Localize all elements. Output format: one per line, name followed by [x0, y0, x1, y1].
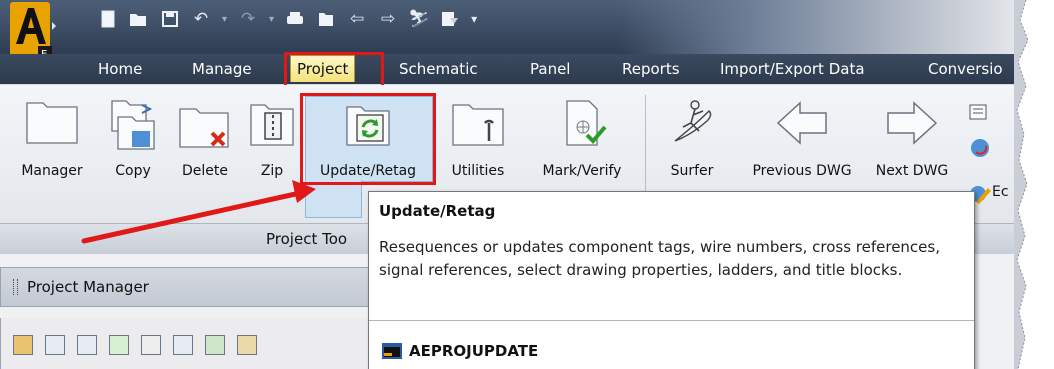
delete-button[interactable]: Delete: [168, 93, 242, 217]
delete-label: Delete: [182, 163, 228, 179]
open-icon[interactable]: [129, 9, 149, 29]
project-manager-title: Project Manager: [27, 278, 149, 296]
tooltip-title: Update/Retag: [379, 202, 496, 220]
tab-import-export-data[interactable]: Import/Export Data: [714, 56, 871, 82]
redo-dropdown-icon[interactable]: ▾: [269, 14, 274, 25]
surfer-label: Surfer: [670, 163, 714, 179]
project-manager-toolbar: [0, 318, 379, 369]
surfer-icon: [674, 100, 712, 142]
title-bar-gradient: [620, 0, 1040, 54]
quick-access-toolbar: ↶ ▾ ↷ ▾ ⇦ ⇨ ⛷ ▾: [98, 6, 477, 32]
utilities-icon: [452, 104, 504, 146]
ribbon-separator: [645, 95, 646, 203]
tab-panel[interactable]: Panel: [524, 56, 576, 82]
manager-button[interactable]: Manager: [10, 93, 94, 217]
delete-project-icon: [179, 108, 229, 148]
title-bar: E ↶ ▾ ↷ ▾ ⇦ ⇨ ⛷ ▾ A: [0, 0, 1040, 60]
refresh-icon[interactable]: [109, 335, 129, 355]
qat-dropdown-icon[interactable]: ▾: [471, 12, 477, 26]
tab-reports[interactable]: Reports: [616, 56, 686, 82]
open-project-icon[interactable]: [13, 335, 33, 355]
ribbon-tab-bar: Home Manage Project Schematic Panel Repo…: [0, 54, 1040, 84]
globe-icon: [971, 139, 989, 157]
back-icon[interactable]: ⇦: [347, 9, 367, 29]
new-drawing-icon[interactable]: [77, 335, 97, 355]
mark-verify-label: Mark/Verify: [542, 163, 622, 179]
surfer-icon[interactable]: ⛷: [408, 9, 430, 29]
tab-conversion[interactable]: Conversio: [922, 56, 1009, 82]
panel-title: Project Too: [266, 230, 348, 248]
tab-manage[interactable]: Manage: [186, 56, 258, 82]
command-line-icon: [382, 343, 402, 359]
plot-project-icon[interactable]: [205, 335, 225, 355]
settings-icon[interactable]: [237, 335, 257, 355]
small-project-button[interactable]: [968, 102, 990, 124]
edit-label: Ec: [992, 184, 1009, 200]
plot-icon[interactable]: [285, 9, 305, 29]
properties-icon[interactable]: [141, 335, 161, 355]
update-retag-highlight-box: [300, 93, 436, 185]
zip-label: Zip: [260, 163, 284, 179]
autocad-electrical-logo-icon: E: [10, 2, 56, 60]
undo-icon[interactable]: ↶: [191, 9, 211, 29]
autocad-electrical-window: E ↶ ▾ ↷ ▾ ⇦ ⇨ ⛷ ▾ A Home Manage Project …: [0, 0, 1040, 369]
project-icon[interactable]: [316, 9, 336, 29]
next-arrow-icon: [887, 101, 938, 145]
new-project-icon[interactable]: [45, 335, 65, 355]
project-manager-header[interactable]: Project Manager: [0, 267, 380, 307]
next-dwg-label: Next DWG: [875, 163, 949, 179]
torn-edge: [1014, 0, 1054, 369]
zip-icon: [250, 104, 294, 146]
customize-icon[interactable]: [440, 9, 460, 29]
redo-icon[interactable]: ↷: [238, 9, 258, 29]
update-retag-small-icon[interactable]: [173, 335, 193, 355]
copy-project-icon: [111, 100, 155, 150]
undo-dropdown-icon[interactable]: ▾: [222, 14, 227, 25]
project-tab-highlight-box: [284, 52, 384, 88]
new-icon[interactable]: [98, 9, 118, 29]
forward-icon[interactable]: ⇨: [378, 9, 398, 29]
project-list-icon: [969, 104, 987, 120]
mark-verify-icon: [566, 100, 607, 146]
previous-dwg-label: Previous DWG: [752, 163, 852, 179]
copy-label: Copy: [115, 163, 151, 179]
save-icon[interactable]: [160, 9, 180, 29]
application-menu-button[interactable]: E: [10, 2, 56, 60]
update-retag-tooltip: Update/Retag Resequences or updates comp…: [368, 191, 975, 369]
utilities-label: Utilities: [451, 163, 505, 179]
zip-button[interactable]: Zip: [244, 93, 300, 217]
tooltip-divider: [369, 320, 974, 321]
folder-icon: [26, 102, 78, 144]
previous-arrow-icon: [776, 101, 827, 145]
small-globe-button[interactable]: [968, 136, 992, 160]
tab-schematic[interactable]: Schematic: [393, 56, 484, 82]
manager-label: Manager: [21, 163, 83, 179]
palette-grip-icon[interactable]: [13, 279, 18, 295]
tooltip-command-name: AEPROJUPDATE: [409, 342, 539, 360]
torn-paper-edge-icon: [1014, 0, 1029, 369]
copy-button[interactable]: Copy: [98, 93, 168, 217]
tab-home[interactable]: Home: [92, 56, 148, 82]
tooltip-description: Resequences or updates component tags, w…: [379, 238, 940, 279]
